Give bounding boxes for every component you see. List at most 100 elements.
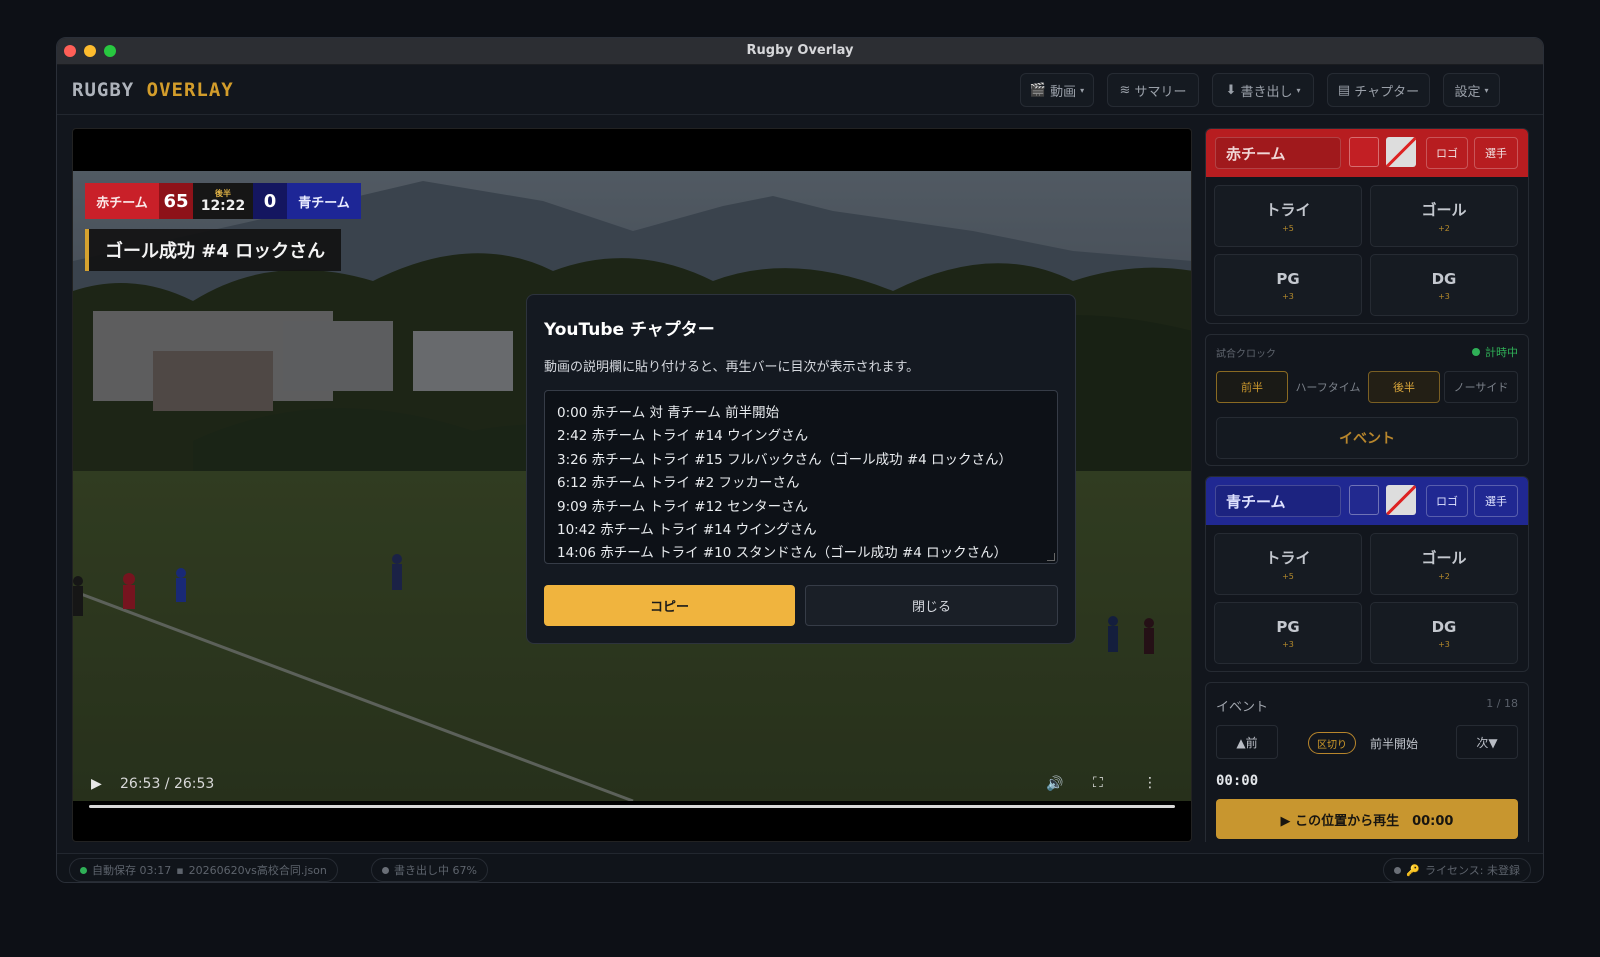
event-time: 00:00 [1216,773,1259,789]
add-event-button[interactable]: イベント [1216,417,1518,459]
red-score-buttons: トライ +5 ゴール +2 PG +3 DG +3 [1206,177,1528,323]
blue-team-color-swatch[interactable] [1349,485,1379,515]
red-team-color-swatch[interactable] [1349,137,1379,167]
blue-team-name-overlay: 青チーム [287,183,361,219]
clock-status: 計時中 [1472,344,1518,360]
export-status: 書き出し中 67% [371,858,488,882]
phase-first-half[interactable]: 前半 [1216,371,1288,403]
export-menu-button[interactable]: ⬇ 書き出し ▾ [1212,73,1314,107]
volume-icon[interactable]: 🔊 [1046,776,1063,792]
red-team-name-field[interactable]: 赤チーム [1215,137,1341,169]
previous-event-button[interactable]: ▲前 [1216,725,1278,759]
summary-label: サマリー [1134,84,1187,100]
red-score-overlay: 65 [159,183,193,219]
phase-second-half[interactable]: 後半 [1368,371,1440,403]
red-goal-label: ゴール [1421,201,1467,219]
red-try-points: +5 [1282,224,1294,233]
status-bar: 自動保存 03:17 ▪ 20260620vs高校合同.json 書き出し中 6… [57,853,1543,882]
blue-try-button[interactable]: トライ +5 [1214,533,1362,595]
phase-halftime[interactable]: ハーフタイム [1292,371,1364,403]
clock-status-label: 計時中 [1485,346,1518,359]
brand-logo: RUGBY OVERLAY [72,79,234,101]
next-event-button[interactable]: 次▼ [1456,725,1518,759]
license-status[interactable]: 🔑 ライセンス: 未登録 [1383,858,1531,882]
seek-bar[interactable] [89,805,1175,808]
settings-label: 設定 [1454,84,1481,100]
youtube-chapters-dialog: YouTube チャプター 動画の説明欄に貼り付けると、再生バーに目次が表示され… [526,294,1076,644]
no-color-icon[interactable] [1386,137,1416,167]
red-pg-points: +3 [1282,291,1294,301]
video-menu-button[interactable]: 🎬 動画 ▾ [1020,73,1094,107]
dialog-title: YouTube チャプター [544,320,715,340]
no-color-icon[interactable] [1386,485,1416,515]
player-controls: ▶ 26:53 / 26:53 🔊 ⛶ ⋮ [73,766,1191,806]
play-from-here-button[interactable]: ▶ この位置から再生 00:00 [1216,799,1518,839]
red-team-logo-button[interactable]: ロゴ [1426,137,1468,169]
red-goal-button[interactable]: ゴール +2 [1370,185,1518,247]
license-label: ライセンス: 未登録 [1425,864,1520,877]
match-clock-card: 試合クロック 計時中 前半 ハーフタイム 後半 ノーサイド イベント [1205,334,1529,466]
blue-pg-button[interactable]: PG +3 [1214,602,1362,664]
red-dg-button[interactable]: DG +3 [1370,254,1518,316]
chapters-label: チャプター [1354,84,1420,100]
red-team-players-button[interactable]: 選手 [1474,137,1518,169]
red-team-header: 赤チーム ロゴ 選手 [1206,129,1528,177]
window-title: Rugby Overlay [746,43,854,58]
download-icon: ⬇ [1225,82,1237,98]
clapper-icon: 🎬 [1029,82,1047,98]
blue-goal-button[interactable]: ゴール +2 [1370,533,1518,595]
close-dialog-button[interactable]: 閉じる [805,585,1058,626]
red-dg-label: DG [1431,269,1457,288]
score-overlay: 赤チーム 65 後半 12:22 0 青チーム [85,183,361,219]
red-pg-button[interactable]: PG +3 [1214,254,1362,316]
fullscreen-icon[interactable]: ⛶ [1093,775,1103,791]
event-panel-title: イベント [1216,700,1269,715]
blue-goal-label: ゴール [1421,549,1467,567]
blue-try-label: トライ [1265,549,1311,567]
blue-dg-points: +3 [1438,639,1450,649]
blue-score-overlay: 0 [253,183,287,219]
running-indicator-icon [1472,348,1480,356]
chapters-textarea[interactable]: 0:00 赤チーム 対 青チーム 前半開始 2:42 赤チーム トライ #14 … [544,390,1058,564]
event-navigator-card: イベント 1 / 18 ▲前 区切り 前半開始 次▼ 00:00 ▶ この位置か… [1205,682,1529,842]
red-team-name-overlay: 赤チーム [85,183,159,219]
blue-team-logo-button[interactable]: ロゴ [1426,485,1468,517]
time-display: 26:53 / 26:53 [120,776,215,792]
event-description: 前半開始 [1370,737,1419,751]
blue-team-players-button[interactable]: 選手 [1474,485,1518,517]
blue-try-points: +5 [1282,572,1294,581]
red-pg-label: PG [1276,269,1300,288]
red-dg-points: +3 [1438,291,1450,301]
half-label: 後半 [215,188,231,198]
settings-menu-button[interactable]: 設定 ▾ [1443,73,1500,107]
blue-pg-label: PG [1276,617,1300,636]
chapter-line: 10:42 赤チーム トライ #14 ウイングさん [557,522,817,539]
summary-icon: ≋ [1119,82,1131,98]
blue-team-header: 青チーム ロゴ 選手 [1206,477,1528,525]
copy-button[interactable]: コピー [544,585,795,626]
autosave-status: 自動保存 03:17 ▪ 20260620vs高校合同.json [69,858,338,882]
resize-grip-icon[interactable] [1047,553,1055,561]
blue-dg-button[interactable]: DG +3 [1370,602,1518,664]
control-sidebar: 赤チーム ロゴ 選手 トライ +5 ゴール +2 PG +3 DG +3 試合ク… [1205,128,1529,842]
chapters-button[interactable]: ▤ チャプター [1327,73,1430,107]
export-progress-label: 書き出し中 67% [394,864,477,877]
red-try-button[interactable]: トライ +5 [1214,185,1362,247]
title-bar: Rugby Overlay [57,38,1543,65]
status-ok-icon [80,866,87,874]
app-window: Rugby Overlay RUGBY OVERLAY 🎬 動画 ▾ ≋ サマリ… [56,37,1544,883]
caret-down-icon: ▾ [1296,85,1301,95]
red-try-label: トライ [1265,201,1311,219]
summary-button[interactable]: ≋ サマリー [1107,73,1199,107]
chapter-line: 6:12 赤チーム トライ #2 フッカーさん [557,475,800,492]
chapter-line: 2:42 赤チーム トライ #14 ウイングさん [557,428,809,445]
blue-team-card: 青チーム ロゴ 選手 トライ +5 ゴール +2 PG +3 DG +3 [1205,476,1529,672]
play-icon[interactable]: ▶ [91,776,102,792]
export-indicator-icon [382,866,389,874]
blue-team-name-field[interactable]: 青チーム [1215,485,1341,517]
more-options-icon[interactable]: ⋮ [1143,775,1157,791]
video-menu-label: 動画 [1050,84,1077,100]
event-type-badge: 区切り [1308,732,1356,754]
phase-no-side[interactable]: ノーサイド [1444,371,1518,403]
red-team-card: 赤チーム ロゴ 選手 トライ +5 ゴール +2 PG +3 DG +3 [1205,128,1529,324]
